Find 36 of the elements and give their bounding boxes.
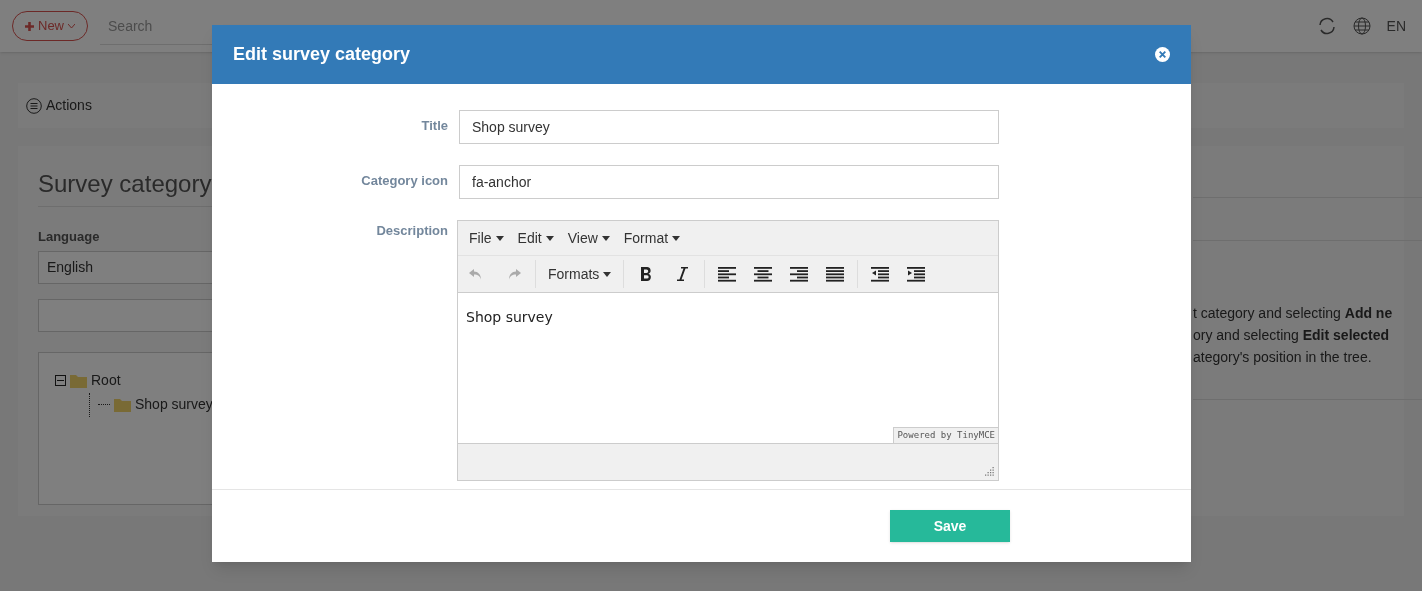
plus-icon [25,21,34,31]
help-text: ory and selecting Edit selected [1193,326,1391,345]
help-text: ategory's position in the tree. [1193,348,1373,367]
menu-button[interactable]: File [463,227,510,249]
menu-button[interactable]: Edit [511,227,560,249]
formats-dropdown[interactable]: Formats [540,263,620,285]
caret-icon [603,271,612,277]
editor-content[interactable]: Shop survey [466,307,990,328]
folder-icon [70,373,87,388]
field-label: Description [375,222,449,240]
caret-icon [601,235,610,241]
language-selector[interactable]: EN [1386,15,1406,37]
tree-item[interactable]: Root [91,370,121,391]
branding-label: Powered by TinyMCE [893,427,998,443]
folder-icon [114,397,131,412]
close-icon[interactable] [1155,47,1170,62]
caret-icon [545,235,554,241]
modal-title: Edit survey category [233,43,411,66]
field-label: Category icon [360,172,449,190]
field-label: Title [420,117,449,135]
field-label: Language [38,228,101,246]
globe-icon[interactable] [1352,17,1371,35]
refresh-icon[interactable] [1316,16,1337,36]
collapse-toggle[interactable] [55,375,66,386]
menu-icon [26,97,42,114]
text-field[interactable]: Shop survey [459,110,999,144]
menu-button[interactable]: View [561,227,616,249]
caret-icon [672,235,681,241]
resize-handle-icon[interactable] [985,467,995,477]
actions-button[interactable]: Actions [26,95,92,116]
text-field[interactable]: fa-anchor [459,165,999,199]
tree-item[interactable]: Shop survey [135,394,213,415]
chevron-icon [68,23,75,29]
menu-button[interactable]: Format [617,227,687,249]
caret-icon [495,235,504,241]
help-text: t category and selecting Add ne [1193,304,1394,323]
